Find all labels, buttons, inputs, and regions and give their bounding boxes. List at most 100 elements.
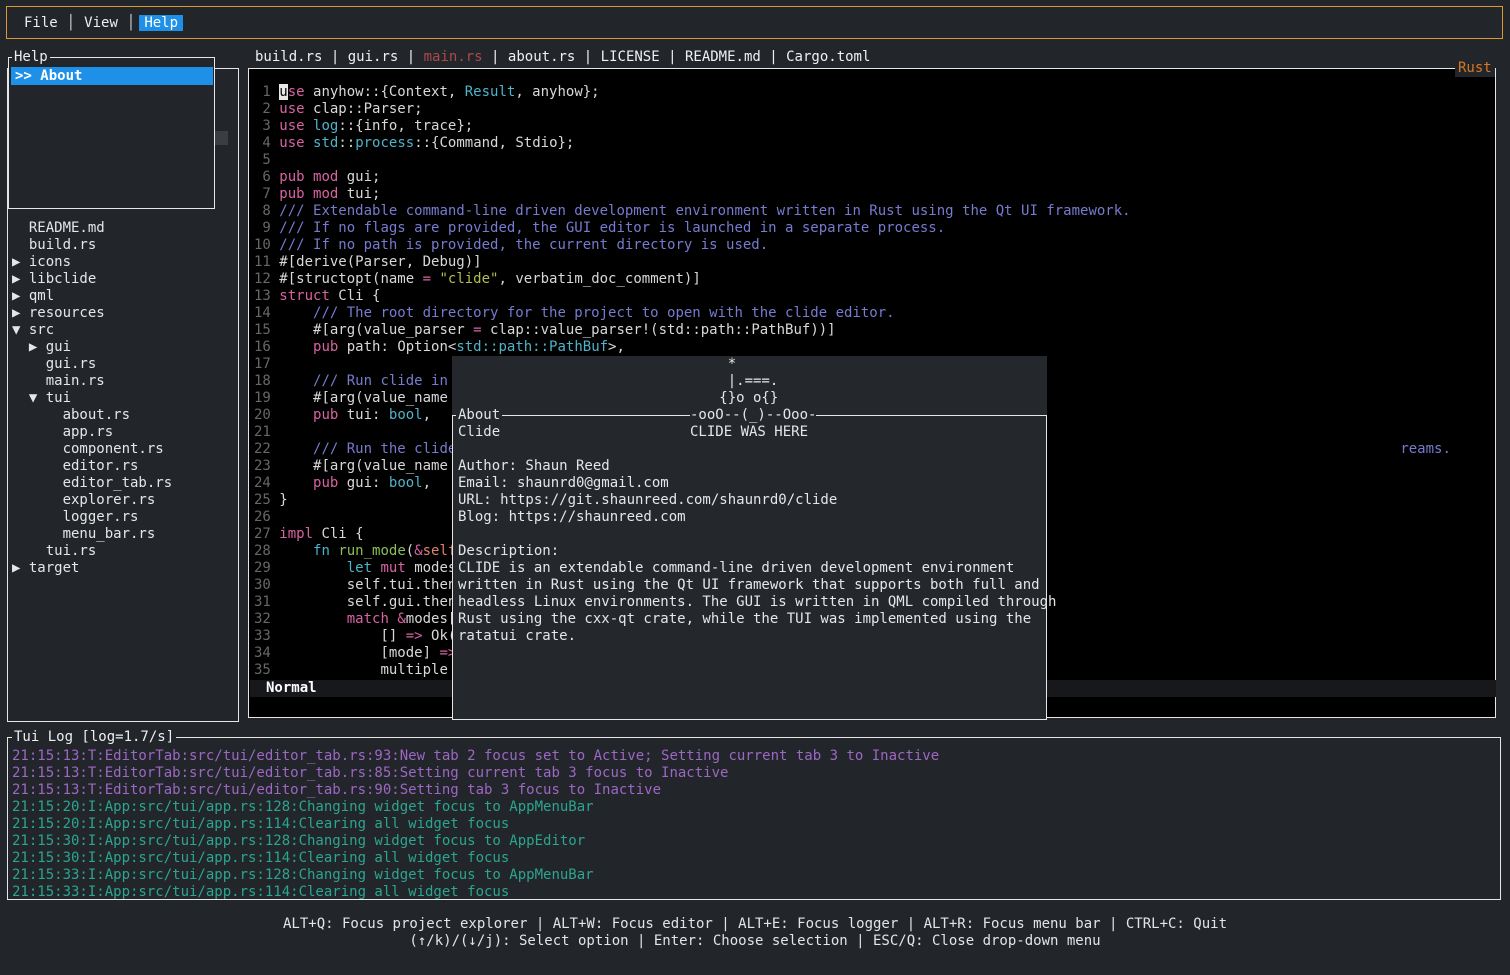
tree-item-resources[interactable]: ▶ resources [12,305,236,322]
line-number: 8 [254,203,279,219]
tab-build-rs[interactable]: build.rs [255,49,322,65]
tab-separator: | [660,49,685,65]
code-line-4[interactable]: 4 use std::process::{Command, Stdio}; [254,135,1494,152]
code-token [305,118,313,134]
log-entry: 21:15:33:I:App:src/tui/app.rs:128:Changi… [12,867,1498,884]
menu-separator: │ [123,15,139,31]
tree-item-gui[interactable]: ▶ gui [12,339,236,356]
code-line-3[interactable]: 3 use log::{info, trace}; [254,118,1494,135]
menu-item-help[interactable]: Help [139,15,183,31]
tree-item-build-rs[interactable]: build.rs [12,237,236,254]
code-token [279,339,313,355]
tree-item-explorer-rs[interactable]: explorer.rs [12,492,236,509]
code-token: :: [338,135,355,151]
code-token: pub [279,169,304,185]
tab-separator: | [483,49,508,65]
code-line-2[interactable]: 2 use clap::Parser; [254,101,1494,118]
code-line-16[interactable]: 16 pub path: Option<std::path::PathBuf>, [254,339,1494,356]
code-token: Cli { [313,526,364,542]
tree-item-about-rs[interactable]: about.rs [12,407,236,424]
code-token: [mode] [279,645,439,661]
code-token: use [279,101,304,117]
tree-item-libclide[interactable]: ▶ libclide [12,271,236,288]
code-line-7[interactable]: 7 pub mod tui; [254,186,1494,203]
code-line-15[interactable]: 15 #[arg(value_parser = clap::value_pars… [254,322,1494,339]
code-token: bool [389,407,423,423]
tree-item-main-rs[interactable]: main.rs [12,373,236,390]
line-number: 16 [254,339,279,355]
help-dropdown-title: Help [12,49,50,66]
code-token: "clide" [439,271,498,287]
tree-item-menu_bar-rs[interactable]: menu_bar.rs [12,526,236,543]
code-token: impl [279,526,313,542]
tree-item-gui-rs[interactable]: gui.rs [12,356,236,373]
code-line-14[interactable]: 14 /// The root directory for the projec… [254,305,1494,322]
code-token: ::{info, trace}; [338,118,473,134]
code-line-11[interactable]: 11 #[derive(Parser, Debug)] [254,254,1494,271]
tree-item-target[interactable]: ▶ target [12,560,236,577]
ascii-art-duck: * |.===. {}o o{} [458,356,778,407]
tab-README-md[interactable]: README.md [685,49,761,65]
code-token: pub [313,339,338,355]
tree-item-app-rs[interactable]: app.rs [12,424,236,441]
line-number: 27 [254,526,279,542]
line-number: 33 [254,628,279,644]
menu-item-view[interactable]: View [79,15,123,31]
tree-item-README-md[interactable]: README.md [12,220,236,237]
code-line-5[interactable]: 5 [254,152,1494,169]
line-number: 30 [254,577,279,593]
tree-item-component-rs[interactable]: component.rs [12,441,236,458]
code-token: , anyhow}; [515,84,599,100]
tab-main-rs[interactable]: main.rs [424,49,483,65]
code-token: tui: [338,407,389,423]
tree-item-tui-rs[interactable]: tui.rs [12,543,236,560]
tab-separator: | [322,49,347,65]
tab-gui-rs[interactable]: gui.rs [348,49,399,65]
code-token: & [397,611,405,627]
about-dialog-body: Author: Shaun Reed Email: shaunrd0@gmail… [458,458,1056,645]
code-token: fn [313,543,330,559]
code-token [279,543,313,559]
tree-item-editor-rs[interactable]: editor.rs [12,458,236,475]
code-token: bool [389,475,423,491]
tab-about-rs[interactable]: about.rs [508,49,575,65]
code-line-8[interactable]: 8 /// Extendable command-line driven dev… [254,203,1494,220]
line-number: 20 [254,407,279,423]
help-dropdown: >> About [8,57,215,209]
line-number: 2 [254,101,279,117]
line-number: 5 [254,152,279,168]
code-token: , [423,475,431,491]
code-token: /// The root directory for the project t… [313,305,895,321]
tree-item-tui[interactable]: ▼ tui [12,390,236,407]
code-token [279,373,313,389]
code-token: mod [313,169,338,185]
tab-Cargo-toml[interactable]: Cargo.toml [786,49,870,65]
menu-item-file[interactable]: File [19,15,63,31]
tab-separator: | [575,49,600,65]
tree-item-icons[interactable]: ▶ icons [12,254,236,271]
code-token: /// Run the clide [313,441,465,457]
menu-item-about[interactable]: >> About [11,67,213,85]
code-line-9[interactable]: 9 /// If no flags are provided, the GUI … [254,220,1494,237]
tree-item-editor_tab-rs[interactable]: editor_tab.rs [12,475,236,492]
code-token [279,441,313,457]
code-token: #[arg(value_name [279,458,456,474]
code-line-6[interactable]: 6 pub mod gui; [254,169,1494,186]
line-number: 7 [254,186,279,202]
tree-item-qml[interactable]: ▶ qml [12,288,236,305]
code-token: pub [313,475,338,491]
tree-item-logger-rs[interactable]: logger.rs [12,509,236,526]
tree-item-src[interactable]: ▼ src [12,322,236,339]
line-number: 32 [254,611,279,627]
code-token: & [414,543,422,559]
code-token: path: Option< [338,339,456,355]
tab-LICENSE[interactable]: LICENSE [601,49,660,65]
line-number: 19 [254,390,279,406]
code-line-13[interactable]: 13 struct Cli { [254,288,1494,305]
code-line-1[interactable]: 1 use anyhow::{Context, Result, anyhow}; [254,84,1494,101]
code-line-12[interactable]: 12 #[structopt(name = "clide", verbatim_… [254,271,1494,288]
code-line-10[interactable]: 10 /// If no path is provided, the curre… [254,237,1494,254]
code-token: reams. [1400,441,1451,457]
code-token: /// If no path is provided, the current … [279,237,768,253]
code-token: = [473,322,481,338]
